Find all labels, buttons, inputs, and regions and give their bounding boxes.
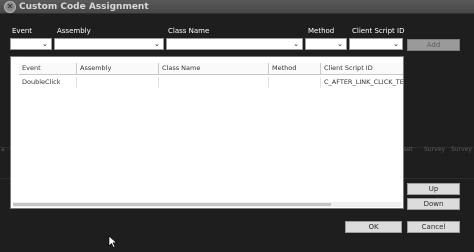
chevron-down-icon: ⌄ — [337, 40, 343, 48]
column-header-method[interactable]: Method — [269, 63, 321, 75]
mouse-pointer-icon — [108, 236, 118, 248]
close-icon[interactable]: ✕ — [4, 1, 16, 13]
cell-class-name — [159, 77, 269, 88]
chevron-down-icon: ⌄ — [42, 40, 48, 48]
chevron-down-icon: ⌄ — [393, 40, 399, 48]
assembly-dropdown[interactable]: ⌄ — [54, 38, 164, 50]
event-label: Event — [12, 27, 33, 35]
assignment-table: Event Assembly Class Name Method Client … — [10, 56, 404, 209]
up-button[interactable]: Up — [407, 183, 460, 195]
chevron-down-icon: ⌄ — [293, 40, 299, 48]
column-header-class-name[interactable]: Class Name — [159, 63, 269, 75]
title-bar: ✕ Custom Code Assignment — [0, 0, 474, 14]
chevron-down-icon: ⌄ — [154, 40, 160, 48]
cell-client-script-id: C_AFTER_LINK_CLICK_TEST_ — [324, 78, 403, 86]
method-label: Method — [308, 27, 335, 35]
class-name-dropdown[interactable]: ⌄ — [166, 38, 303, 50]
ok-button[interactable]: OK — [345, 221, 402, 233]
class-name-label: Class Name — [168, 27, 210, 35]
dialog-title: Custom Code Assignment — [19, 2, 149, 12]
assembly-label: Assembly — [57, 27, 91, 35]
add-button[interactable]: Add — [407, 39, 460, 51]
background-text: Survey — [424, 146, 445, 153]
scrollbar-thumb[interactable] — [13, 203, 331, 206]
cancel-button[interactable]: Cancel — [407, 221, 460, 233]
cell-event: DoubleClick — [19, 77, 77, 88]
custom-code-dialog: a Inset Survey Survey ✕ Custom Code Assi… — [0, 0, 474, 252]
background-text: Survey — [451, 146, 472, 153]
column-header-client-script-id[interactable]: Client Script ID — [321, 63, 403, 75]
method-dropdown[interactable]: ⌄ — [305, 38, 347, 50]
client-script-id-dropdown[interactable]: ⌄ — [349, 38, 403, 50]
cell-method — [269, 77, 321, 88]
column-header-event[interactable]: Event — [19, 63, 77, 75]
client-script-id-label: Client Script ID — [352, 27, 405, 35]
cell-assembly — [77, 77, 159, 88]
down-button[interactable]: Down — [407, 198, 460, 210]
horizontal-scrollbar[interactable] — [13, 202, 401, 207]
event-dropdown[interactable]: ⌄ — [10, 38, 52, 50]
background-text: a — [1, 146, 5, 153]
column-header-assembly[interactable]: Assembly — [77, 63, 159, 75]
